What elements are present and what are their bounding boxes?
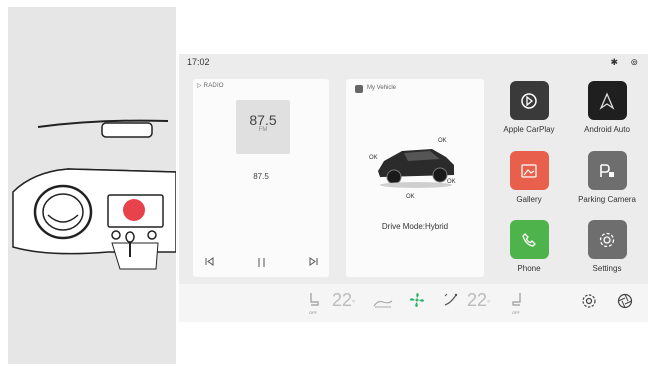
left-seat-status: OFF bbox=[309, 310, 317, 315]
gear-icon bbox=[582, 294, 596, 308]
app-settings[interactable]: Settings bbox=[567, 220, 647, 273]
radio-card[interactable]: ▷ RADIO 87.5 FM 87.5 bbox=[193, 79, 329, 277]
vehicle-card[interactable]: My Vehicle OK OK OK OK Drive Mode:Hybrid bbox=[346, 79, 484, 277]
app-label: Gallery bbox=[516, 195, 542, 204]
carplay-icon bbox=[509, 81, 549, 120]
front-right-status: OK bbox=[406, 194, 415, 200]
signal-icon: ⊚ bbox=[630, 57, 638, 67]
app-label: Parking Camera bbox=[578, 195, 636, 204]
app-label: Android Auto bbox=[584, 125, 630, 134]
settings-icon bbox=[587, 220, 627, 259]
app-parking-camera[interactable]: Parking Camera bbox=[567, 151, 647, 204]
app-label: Settings bbox=[592, 264, 622, 273]
front-left-status: OK bbox=[369, 155, 378, 161]
left-temperature[interactable]: 22° bbox=[332, 290, 355, 311]
fan-icon bbox=[410, 293, 424, 307]
radio-title: ▷ RADIO bbox=[197, 83, 224, 89]
frequency-value: 87.5 bbox=[249, 112, 277, 128]
recirculation-icon bbox=[373, 300, 393, 308]
app-gallery[interactable]: Gallery bbox=[489, 151, 569, 204]
rear-right-status: OK bbox=[438, 138, 447, 144]
app-android-auto[interactable]: Android Auto bbox=[567, 81, 647, 134]
rear-left-status: OK bbox=[447, 179, 456, 185]
airflow-icon bbox=[444, 293, 458, 306]
app-phone[interactable]: Phone bbox=[489, 220, 569, 273]
climate-settings-button[interactable] bbox=[581, 293, 597, 314]
previous-track-button[interactable] bbox=[205, 257, 214, 268]
vehicle-icon bbox=[355, 85, 363, 93]
frequency-unit: FM bbox=[258, 127, 268, 133]
fan-button[interactable] bbox=[409, 292, 425, 313]
android-auto-icon bbox=[587, 81, 627, 120]
dashboard-illustration bbox=[8, 7, 176, 364]
previous-icon bbox=[205, 257, 214, 266]
status-bar: 17:02 ✱ ⊚ bbox=[179, 54, 648, 72]
next-icon bbox=[309, 257, 318, 266]
right-temperature[interactable]: 22° bbox=[467, 290, 490, 311]
airflow-button[interactable] bbox=[443, 293, 459, 312]
climate-bar: OFF 22° 22° OFF bbox=[179, 284, 648, 322]
car-image bbox=[378, 149, 454, 188]
recirculation-button[interactable] bbox=[372, 296, 394, 314]
seat-icon bbox=[310, 293, 319, 306]
app-apple-carplay[interactable]: Apple CarPlay bbox=[489, 81, 569, 134]
pause-button[interactable] bbox=[257, 257, 266, 270]
seat-icon bbox=[512, 293, 521, 306]
frequency-small: 87.5 bbox=[253, 172, 269, 181]
right-temp-value: 22 bbox=[467, 290, 488, 310]
app-label: Phone bbox=[517, 264, 541, 273]
app-label: Apple CarPlay bbox=[503, 125, 555, 134]
bluetooth-icon: ✱ bbox=[610, 57, 618, 67]
screen-highlight-dot bbox=[123, 199, 145, 221]
parking-camera-icon bbox=[587, 151, 627, 190]
left-temp-unit: ° bbox=[352, 299, 356, 308]
next-track-button[interactable] bbox=[309, 257, 318, 268]
frequency-display: 87.5 FM bbox=[236, 100, 290, 154]
phone-icon bbox=[509, 220, 549, 259]
pause-icon bbox=[258, 258, 265, 267]
status-time: 17:02 bbox=[187, 57, 210, 67]
page-root: 17:02 ✱ ⊚ ▷ RADIO 87.5 FM 87.5 My Vehicl… bbox=[0, 0, 648, 367]
drive-mode: Drive Mode:Hybrid bbox=[381, 222, 449, 231]
right-temp-unit: ° bbox=[487, 299, 491, 308]
left-temp-value: 22 bbox=[332, 290, 353, 310]
head-unit-screen: 17:02 ✱ ⊚ ▷ RADIO 87.5 FM 87.5 My Vehicl… bbox=[179, 54, 648, 322]
vehicle-title: My Vehicle bbox=[367, 85, 397, 91]
right-seat-status: OFF bbox=[512, 310, 520, 315]
fan-mode-button[interactable] bbox=[617, 293, 633, 314]
gallery-icon bbox=[509, 151, 549, 190]
aperture-icon bbox=[617, 293, 633, 309]
